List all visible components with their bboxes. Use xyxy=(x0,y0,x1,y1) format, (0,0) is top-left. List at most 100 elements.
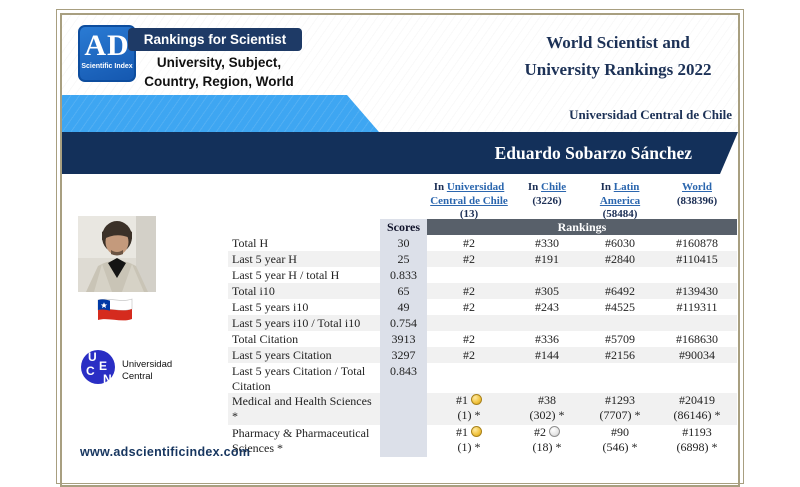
ucen-logo-caption: Universidad Central xyxy=(122,359,172,382)
rank-cell: #6030 xyxy=(583,235,657,251)
country-ranking-link[interactable]: Chile xyxy=(541,181,566,193)
world-ranking-link[interactable]: World xyxy=(682,181,712,193)
column-header-country: In Chile (3226) xyxy=(511,178,583,222)
tagline-line2: Country, Region, World xyxy=(128,72,310,91)
rank-cell: #90(546) * xyxy=(583,425,657,457)
rank-subcount: (86146) * xyxy=(657,408,737,423)
rank-value: #1 xyxy=(456,425,468,439)
scientist-portrait-photo xyxy=(78,216,156,292)
rank-cell: #2 xyxy=(427,251,511,267)
column-header-world: World (838396) xyxy=(657,178,737,222)
column-header-university: In Universidad Central de Chile (13) xyxy=(427,178,511,222)
scientist-name-banner: Eduardo Sobarzo Sánchez xyxy=(62,132,738,174)
column-header-region: In Latin America (58484) xyxy=(583,178,657,222)
rank-value: #2 xyxy=(534,425,546,439)
rank-cell: #4525 xyxy=(583,299,657,315)
row-label: Last 5 years i10 / Total i10 xyxy=(228,315,380,331)
col2-count: (3226) xyxy=(511,195,583,209)
rank-cell xyxy=(657,315,737,331)
table-row: Total H30#2#330#6030#160878 xyxy=(228,235,737,251)
row-label: Pharmacy & Pharmaceutical Sciences * xyxy=(228,425,380,457)
brand-tagline: University, Subject, Country, Region, Wo… xyxy=(128,53,310,91)
rank-subcount: (7707) * xyxy=(583,408,657,423)
rank-cell: #2 xyxy=(427,347,511,363)
rank-cell: #90034 xyxy=(657,347,737,363)
rank-cell xyxy=(583,315,657,331)
rank-cell xyxy=(583,363,657,393)
rank-value: #90 xyxy=(611,425,629,439)
rank-value: #1 xyxy=(456,393,468,407)
ucen-caption-line2: Central xyxy=(122,371,172,383)
rank-cell: #110415 xyxy=(657,251,737,267)
rank-cell: #2 xyxy=(427,283,511,299)
rank-cell: #168630 xyxy=(657,331,737,347)
rank-cell xyxy=(511,315,583,331)
table-column-headers: In Universidad Central de Chile (13) In … xyxy=(228,178,737,219)
col4-count: (838396) xyxy=(657,195,737,209)
rank-cell: #144 xyxy=(511,347,583,363)
table-row: Total i1065#2#305#6492#139430 xyxy=(228,283,737,299)
blue-ribbon-band xyxy=(62,95,382,132)
rank-cell xyxy=(427,267,511,283)
table-row: Total Citation3913#2#336#5709#168630 xyxy=(228,331,737,347)
row-label: Total Citation xyxy=(228,331,380,347)
row-score: 0.833 xyxy=(380,267,427,283)
rank-subcount: (1) * xyxy=(427,440,511,455)
website-url-link[interactable]: www.adscientificindex.com xyxy=(80,444,250,460)
row-score: 0.843 xyxy=(380,363,427,393)
chile-flag-icon xyxy=(96,296,134,326)
table-row: Last 5 year H / total H0.833 xyxy=(228,267,737,283)
rank-value: #1193 xyxy=(682,425,712,439)
rank-cell: #336 xyxy=(511,331,583,347)
row-label: Total i10 xyxy=(228,283,380,299)
rank-cell: #305 xyxy=(511,283,583,299)
rank-cell: #119311 xyxy=(657,299,737,315)
rank-cell: #243 xyxy=(511,299,583,315)
rank-cell xyxy=(427,363,511,393)
row-score: 25 xyxy=(380,251,427,267)
row-label: Last 5 years i10 xyxy=(228,299,380,315)
certificate-inner-frame: AD Scientific Index Rankings for Scienti… xyxy=(60,13,740,487)
subheader-spacer xyxy=(228,219,380,235)
rank-cell xyxy=(583,267,657,283)
row-score: 30 xyxy=(380,235,427,251)
rank-cell: #2 xyxy=(427,331,511,347)
row-label: Medical and Health Sciences * xyxy=(228,393,380,425)
row-score xyxy=(380,425,427,457)
rank-cell: #160878 xyxy=(657,235,737,251)
rank-cell: #20419(86146) * xyxy=(657,393,737,425)
rank-subcount: (302) * xyxy=(511,408,583,423)
table-row: Pharmacy & Pharmaceutical Sciences * #1(1… xyxy=(228,425,737,457)
rank-cell: #1193(6898) * xyxy=(657,425,737,457)
ucen-logo-icon: U C E N xyxy=(80,345,120,391)
rank-cell xyxy=(511,267,583,283)
rank-cell: #38(302) * xyxy=(511,393,583,425)
row-score: 3913 xyxy=(380,331,427,347)
row-score xyxy=(380,393,427,425)
rank-cell: #2 xyxy=(427,235,511,251)
row-label: Last 5 years Citation / Total Citation xyxy=(228,363,380,393)
rank-cell: #2156 xyxy=(583,347,657,363)
table-body: Total H30#2#330#6030#160878Last 5 year H… xyxy=(228,235,737,457)
rank-cell: #1(1) * xyxy=(427,393,511,425)
rank-cell xyxy=(657,363,737,393)
rank-cell: #2(18) * xyxy=(511,425,583,457)
rank-subcount: (6898) * xyxy=(657,440,737,455)
rankings-for-scientist-banner: Rankings for Scientist xyxy=(128,28,302,51)
page-title: World Scientist and University Rankings … xyxy=(492,29,744,83)
rank-cell: #6492 xyxy=(583,283,657,299)
rankings-header: Rankings xyxy=(427,219,737,235)
label-column-spacer xyxy=(228,178,380,222)
ad-logo-subtext: Scientific Index xyxy=(80,63,134,71)
table-row: Last 5 year H25#2#191#2840#110415 xyxy=(228,251,737,267)
row-label: Total H xyxy=(228,235,380,251)
table-row: Last 5 years i1049#2#243#4525#119311 xyxy=(228,299,737,315)
portrait-graphic xyxy=(78,216,156,292)
row-score: 0.754 xyxy=(380,315,427,331)
page-title-line2: University Rankings 2022 xyxy=(492,56,744,83)
rank-cell: #139430 xyxy=(657,283,737,299)
rank-cell: #330 xyxy=(511,235,583,251)
page-title-line1: World Scientist and xyxy=(492,29,744,56)
svg-text:C: C xyxy=(86,364,95,378)
rank-cell: #1293(7707) * xyxy=(583,393,657,425)
